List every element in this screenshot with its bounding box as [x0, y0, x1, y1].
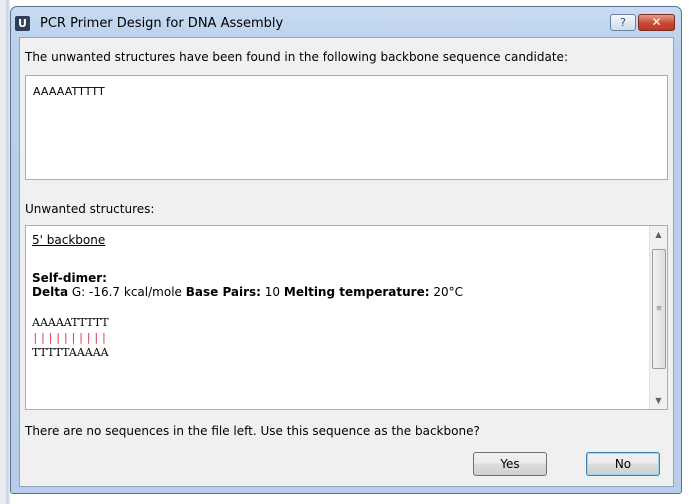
confirmation-question: There are no sequences in the file left.…: [25, 424, 480, 438]
close-icon: ✕: [651, 15, 662, 29]
close-button[interactable]: ✕: [638, 14, 675, 31]
no-button[interactable]: No: [586, 452, 660, 476]
grip-icon: ≡: [656, 304, 662, 312]
vertical-scrollbar[interactable]: ▲ ≡ ▼: [649, 226, 667, 409]
arrow-up-icon[interactable]: ▲: [650, 226, 667, 243]
structure-type-heading: Self-dimer:: [32, 271, 107, 285]
dimer-bottom-strand: TTTTTAAAAA: [32, 346, 109, 359]
dialog-body: The unwanted structures have been found …: [19, 37, 674, 487]
melting-temp-label: Melting temperature:: [283, 285, 430, 299]
sequence-text-area[interactable]: AAAAATTTTT: [25, 75, 668, 180]
help-icon: ?: [620, 16, 626, 29]
melting-temp-value: 20°C: [429, 285, 463, 299]
yes-button[interactable]: Yes: [473, 452, 547, 476]
backbone-link[interactable]: 5' backbone: [32, 233, 105, 247]
base-pairs-label: Base Pairs:: [185, 285, 261, 299]
delta-label: Delta: [32, 285, 69, 299]
dimer-bonds: ||||||||||: [32, 331, 109, 344]
title-bar[interactable]: U PCR Primer Design for DNA Assembly ? ✕: [11, 7, 681, 37]
base-pairs-value: 10: [260, 285, 284, 299]
window-title: PCR Primer Design for DNA Assembly: [40, 16, 284, 31]
scrollbar-thumb[interactable]: ≡: [652, 249, 666, 369]
background-window-edge: [0, 0, 10, 504]
candidate-intro-label: The unwanted structures have been found …: [25, 50, 568, 64]
dimer-top-strand: AAAAATTTTT: [32, 316, 109, 329]
unwanted-structures-label: Unwanted structures:: [25, 202, 155, 216]
help-button[interactable]: ?: [610, 14, 636, 31]
primer-design-dialog: U PCR Primer Design for DNA Assembly ? ✕…: [10, 6, 682, 494]
structures-report-area[interactable]: 5' backbone Self-dimer: Delta G: -16.7 k…: [25, 225, 668, 410]
arrow-down-icon[interactable]: ▼: [650, 392, 667, 409]
structures-report-content: 5' backbone Self-dimer: Delta G: -16.7 k…: [32, 233, 642, 360]
delta-value: G: -16.7 kcal/mole: [68, 285, 186, 299]
app-logo-icon: U: [15, 16, 30, 31]
sequence-text: AAAAATTTTT: [33, 85, 105, 98]
structure-stats: Delta G: -16.7 kcal/mole Base Pairs: 10 …: [32, 285, 642, 299]
